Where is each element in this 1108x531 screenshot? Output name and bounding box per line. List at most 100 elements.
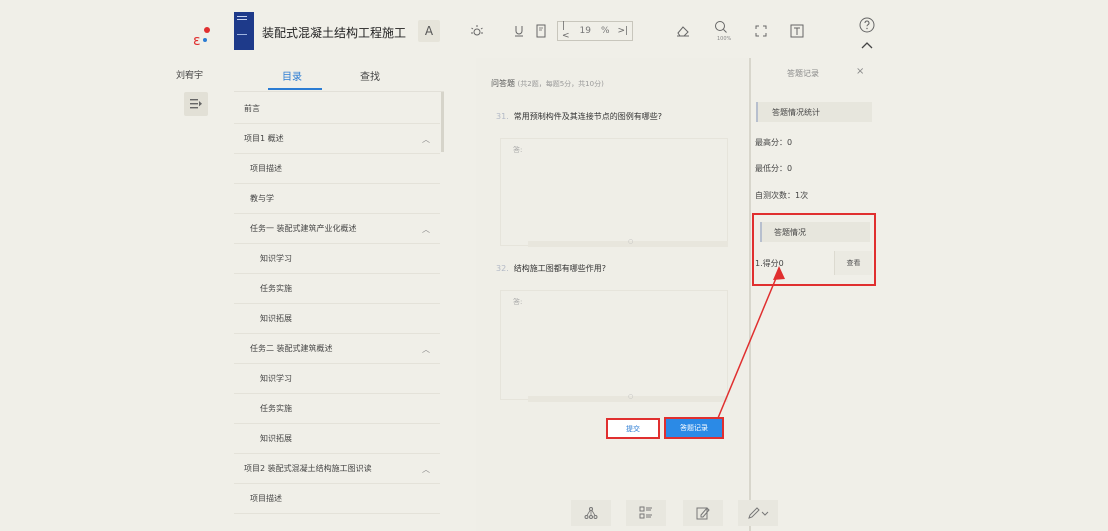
tab-search[interactable]: 查找 — [360, 68, 380, 83]
mindmap-icon — [584, 507, 598, 519]
chevron-up-icon[interactable]: ︿ — [422, 344, 430, 355]
section-title: 问答题 — [491, 79, 515, 88]
toc-item[interactable]: 知识拓展 — [234, 304, 440, 334]
toc-item[interactable]: 任务实施 — [234, 394, 440, 424]
toc-item-label: 项目描述 — [250, 164, 282, 173]
bookmark-icon — [536, 24, 546, 38]
prev-page-icon[interactable]: |< — [558, 21, 574, 41]
collapse-toolbar-button[interactable] — [856, 34, 878, 56]
book-cover — [234, 12, 254, 50]
brightness-button[interactable] — [466, 20, 488, 42]
toc-item[interactable]: 知识学习 — [234, 364, 440, 394]
underline-button[interactable] — [508, 20, 530, 42]
submit-button[interactable]: 提交 — [606, 418, 660, 439]
chevron-up-icon[interactable]: ︿ — [422, 224, 430, 235]
toc-item[interactable]: 项目描述 — [234, 484, 440, 514]
toc-item-label: 知识学习 — [260, 374, 292, 383]
toc-scrollbar[interactable] — [441, 92, 444, 152]
highlighter-icon — [748, 507, 769, 519]
toc-item-label: 项目描述 — [250, 494, 282, 503]
page-input[interactable]: 19 — [574, 26, 597, 36]
fullscreen-button[interactable] — [750, 20, 772, 42]
toc-item-label: 教与学 — [250, 194, 274, 203]
username: 刘宥宇 — [176, 71, 204, 81]
note-icon — [696, 507, 710, 520]
min-score: 最低分：0 — [755, 164, 793, 173]
toc-item[interactable]: 知识学习 — [234, 244, 440, 274]
font-size-button[interactable]: A — [418, 20, 440, 42]
toc-item-label: 知识拓展 — [260, 314, 292, 323]
toc-item-label: 知识学习 — [260, 254, 292, 263]
question-title: 32. 结构施工图都有哪些作用? — [496, 263, 606, 274]
app-logo: ε — [192, 26, 212, 49]
list-icon — [639, 506, 652, 519]
text-box-button[interactable] — [786, 20, 808, 42]
toc-item[interactable]: 任务一 装配式建筑产业化概述 ︿ — [234, 214, 440, 244]
toc-item-label: 前言 — [244, 104, 260, 113]
help-button[interactable] — [856, 14, 878, 36]
section-subtitle: (共2题，每题5分，共10分) — [517, 80, 604, 88]
menu-toggle-icon — [190, 99, 202, 109]
note-button[interactable] — [683, 500, 723, 526]
max-score: 最高分：0 — [755, 138, 793, 147]
toc-item-label: 知识拓展 — [260, 434, 292, 443]
question-text: 常用预制构件及其连接节点的图例有哪些? — [513, 112, 662, 121]
answer-record-button[interactable]: 答题记录 — [664, 417, 724, 439]
resize-handle[interactable] — [528, 393, 728, 402]
answer-label: 答: — [513, 146, 523, 154]
toc-item-label: 项目1 概述 — [244, 134, 284, 143]
zoom-icon — [715, 21, 727, 33]
zoom-button[interactable] — [710, 16, 732, 38]
close-icon[interactable]: × — [856, 66, 864, 77]
help-icon — [859, 17, 875, 33]
highlighter-button[interactable] — [738, 500, 778, 526]
answer-input[interactable] — [500, 138, 728, 246]
question-text: 结构施工图都有哪些作用? — [513, 264, 606, 273]
toc-item[interactable]: 项目2 装配式混凝土结构施工图识读 ︿ — [234, 454, 440, 484]
answer-record-panel — [749, 58, 877, 531]
eraser-button[interactable] — [672, 20, 694, 42]
attempt-count: 自测次数：1次 — [755, 191, 809, 200]
next-page-icon[interactable]: >| — [614, 26, 633, 36]
tabs-divider — [234, 91, 444, 92]
toc-item-label: 任务实施 — [260, 284, 292, 293]
chevron-up-icon[interactable]: ︿ — [422, 134, 430, 145]
svg-text:ε: ε — [193, 33, 201, 48]
toc-item[interactable]: 项目描述 — [234, 154, 440, 184]
page-navigator[interactable]: |< 19 % >| — [557, 21, 633, 41]
question-number: 31. — [496, 112, 509, 121]
brightness-icon — [471, 25, 483, 36]
section-header: 问答题 (共2题，每题5分，共10分) — [491, 78, 604, 89]
toc-item[interactable]: 任务实施 — [234, 274, 440, 304]
chevron-up-icon[interactable]: ︿ — [422, 464, 430, 475]
collapse-icon — [861, 42, 873, 49]
tab-toc[interactable]: 目录 — [262, 68, 322, 83]
toc-item[interactable]: 任务二 装配式建筑概述 ︿ — [234, 334, 440, 364]
resize-handle[interactable] — [528, 238, 728, 247]
list-button[interactable] — [626, 500, 666, 526]
mindmap-button[interactable] — [571, 500, 611, 526]
answer-input[interactable] — [500, 290, 728, 400]
question-title: 31. 常用预制构件及其连接节点的图例有哪些? — [496, 111, 662, 122]
toc-item-label: 任务实施 — [260, 404, 292, 413]
active-tab-indicator — [268, 88, 322, 90]
text-box-icon — [790, 24, 804, 38]
toc-item[interactable]: 项目1 概述 ︿ — [234, 124, 440, 154]
bookmark-button[interactable] — [530, 20, 552, 42]
toc-item-label: 任务二 装配式建筑概述 — [250, 344, 333, 353]
menu-toggle-button[interactable] — [184, 92, 208, 116]
toc-item[interactable]: 前言 — [234, 94, 440, 124]
answer-label: 答: — [513, 298, 523, 306]
underline-icon — [515, 26, 523, 37]
toc-item-label: 项目2 装配式混凝土结构施工图识读 — [244, 464, 372, 473]
toc-item[interactable]: 知识拓展 — [234, 424, 440, 454]
question-number: 32. — [496, 264, 509, 273]
stats-header: 答题情况统计 — [756, 102, 872, 122]
toc-item[interactable]: 教与学 — [234, 184, 440, 214]
book-title: 装配式混凝土结构工程施工 — [262, 26, 407, 40]
eraser-icon — [677, 26, 689, 37]
panel-title: 答题记录 — [787, 69, 819, 78]
highlight-box — [752, 213, 876, 286]
toc-item-label: 任务一 装配式建筑产业化概述 — [250, 224, 357, 233]
page-separator: % — [600, 26, 610, 36]
